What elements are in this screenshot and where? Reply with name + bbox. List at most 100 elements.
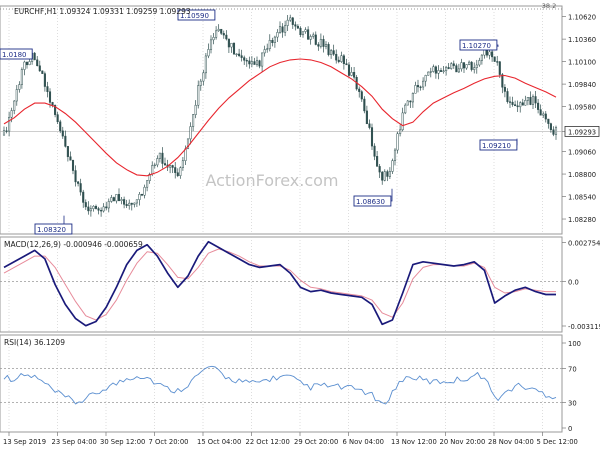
x-tick-label: 29 Oct 20:00 <box>294 438 338 446</box>
candle-body <box>243 58 245 61</box>
candle-body <box>131 203 133 204</box>
annotation-label: 1.0180 <box>2 51 27 59</box>
candle-body <box>105 207 107 208</box>
rsi-title: RSI(14) 36.1209 <box>4 338 65 347</box>
candle-body <box>458 69 460 72</box>
candle-body <box>453 64 455 66</box>
x-tick-label: 22 Oct 12:00 <box>246 438 290 446</box>
candle-body <box>151 165 153 174</box>
candle-body <box>192 115 194 127</box>
candle-body <box>13 101 15 110</box>
candle-body <box>6 131 8 132</box>
candle-body <box>310 36 312 39</box>
candle-body <box>499 62 501 75</box>
price-y-label: 1.09580 <box>568 104 596 112</box>
candle-body <box>236 54 238 55</box>
candle-body <box>369 124 371 128</box>
candle-body <box>57 115 59 122</box>
candle-body <box>320 39 322 46</box>
watermark: ActionForex.com <box>205 171 338 190</box>
candle-body <box>172 165 174 167</box>
candle-body <box>289 18 291 20</box>
rsi-y-label: 100 <box>568 340 581 348</box>
candle-body <box>197 86 199 106</box>
candle-body <box>195 105 197 114</box>
macd-y-label: -0.003119 <box>568 323 600 331</box>
x-tick-label: 30 Sep 12:00 <box>100 438 145 446</box>
candle-body <box>358 89 360 92</box>
candle-body <box>415 85 417 93</box>
annotation-label: 1.09210 <box>482 142 511 150</box>
candle-body <box>450 64 452 69</box>
price-y-label: 1.08280 <box>568 216 596 224</box>
candle-body <box>532 97 534 105</box>
candle-body <box>116 194 118 201</box>
candle-body <box>512 102 514 104</box>
candle-body <box>223 33 225 35</box>
candle-body <box>384 172 386 181</box>
candle-body <box>29 61 31 64</box>
candle-body <box>8 117 10 131</box>
candle-body <box>540 110 542 116</box>
chart-root: 38.2 ActionForex.com 1.01801.083201.1059… <box>0 0 600 450</box>
candle-body <box>433 67 435 72</box>
candle-body <box>545 114 547 119</box>
candle-body <box>374 146 376 156</box>
candle-body <box>226 35 228 39</box>
candle-body <box>553 130 555 135</box>
candle-body <box>479 60 481 65</box>
candle-body <box>215 31 217 37</box>
candle-body <box>361 92 363 99</box>
candle-body <box>121 199 123 200</box>
candle-body <box>128 203 130 206</box>
candle-body <box>284 26 286 33</box>
candle-body <box>228 39 230 47</box>
candle-body <box>154 165 156 166</box>
candle-body <box>507 91 509 101</box>
candle-body <box>282 27 284 32</box>
candle-body <box>274 37 276 43</box>
candle-body <box>522 103 524 106</box>
candle-body <box>126 204 128 205</box>
candle-body <box>36 60 38 66</box>
candle-body <box>527 97 529 100</box>
candle-body <box>463 63 465 68</box>
candle-body <box>180 168 182 176</box>
candle-body <box>412 93 414 102</box>
candle-body <box>75 171 77 182</box>
x-tick-label: 15 Oct 04:00 <box>197 438 241 446</box>
candle-body <box>341 56 343 62</box>
candle-body <box>328 44 330 54</box>
candle-body <box>269 40 271 48</box>
macd-y-label: 0.002754 <box>568 239 600 247</box>
candle-body <box>555 128 557 135</box>
candle-body <box>95 206 97 208</box>
candle-body <box>420 87 422 88</box>
candle-body <box>213 37 215 40</box>
candle-body <box>19 85 21 90</box>
candle-body <box>98 209 100 211</box>
candle-body <box>425 75 427 81</box>
candle-body <box>489 52 491 55</box>
candle-body <box>177 173 179 176</box>
price-y-label: 1.08540 <box>568 194 596 202</box>
candle-body <box>318 45 320 47</box>
x-tick-label: 5 Dec 12:00 <box>537 438 578 446</box>
candle-body <box>251 62 253 64</box>
candle-body <box>330 51 332 55</box>
price-y-label: 1.09060 <box>568 149 596 157</box>
candle-body <box>537 103 539 110</box>
candle-body <box>34 53 36 60</box>
candle-body <box>108 201 110 208</box>
candle-body <box>203 73 205 81</box>
candle-body <box>218 29 220 31</box>
candle-body <box>509 102 511 103</box>
candle-body <box>113 197 115 200</box>
candle-body <box>338 60 340 62</box>
candle-body <box>123 199 125 204</box>
candle-body <box>535 97 537 104</box>
candle-body <box>445 67 447 70</box>
candle-body <box>100 210 102 211</box>
candle-body <box>141 194 143 195</box>
candle-body <box>407 101 409 105</box>
